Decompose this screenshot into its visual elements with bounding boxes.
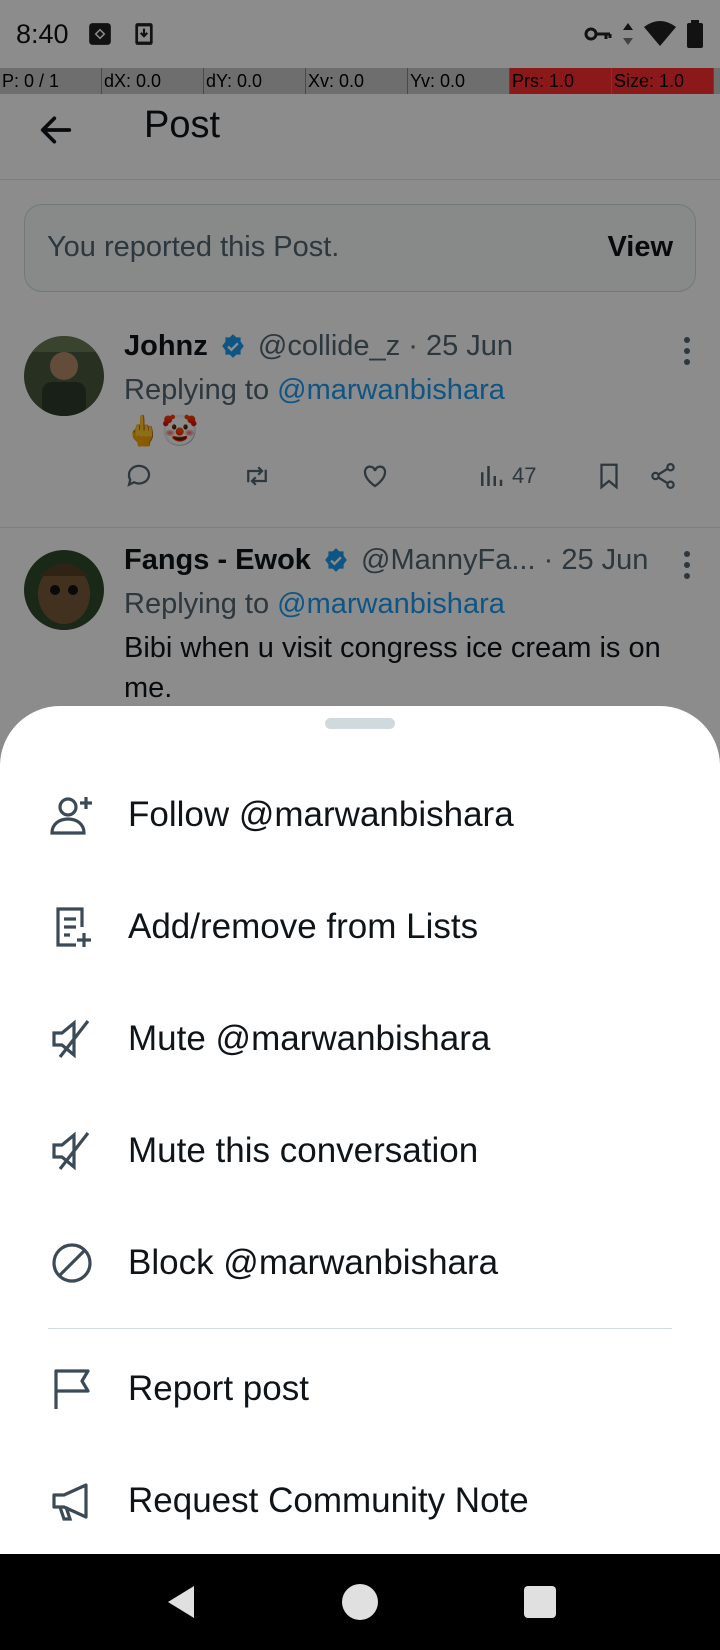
nav-recents-icon[interactable] — [518, 1580, 562, 1624]
menu-item-block[interactable]: Block @marwanbishara — [0, 1208, 720, 1318]
menu-item-follow[interactable]: Follow @marwanbishara — [0, 760, 720, 870]
menu-label: Mute @marwanbishara — [128, 1019, 491, 1058]
nav-back-icon[interactable] — [160, 1580, 204, 1624]
block-icon — [52, 1243, 92, 1283]
megaphone-icon — [52, 1483, 88, 1521]
menu-label: Mute this conversation — [128, 1131, 479, 1170]
menu-item-mute-user[interactable]: Mute @marwanbishara — [0, 984, 720, 1094]
menu-label: Add/remove from Lists — [128, 907, 479, 946]
flag-icon — [54, 1369, 90, 1409]
menu-item-community-note[interactable]: Request Community Note — [0, 1446, 720, 1556]
menu-item-report[interactable]: Report post — [0, 1334, 720, 1444]
mute-icon — [52, 1019, 90, 1059]
follow-user-icon — [50, 797, 92, 835]
list-add-icon — [56, 907, 91, 947]
menu-item-mute-conversation[interactable]: Mute this conversation — [0, 1096, 720, 1206]
mute-conversation-icon — [52, 1131, 90, 1171]
menu-label: Report post — [128, 1369, 309, 1408]
post-options-sheet: Follow @marwanbishara Add/remove from Li… — [0, 706, 720, 1554]
sheet-drag-handle[interactable] — [325, 718, 395, 729]
nav-home-icon[interactable] — [338, 1580, 382, 1624]
menu-divider — [48, 1328, 672, 1329]
menu-label: Request Community Note — [128, 1481, 529, 1520]
menu-label: Follow @marwanbishara — [128, 795, 514, 834]
system-nav-bar — [0, 1554, 720, 1650]
menu-item-lists[interactable]: Add/remove from Lists — [0, 872, 720, 982]
menu-label: Block @marwanbishara — [128, 1243, 499, 1282]
